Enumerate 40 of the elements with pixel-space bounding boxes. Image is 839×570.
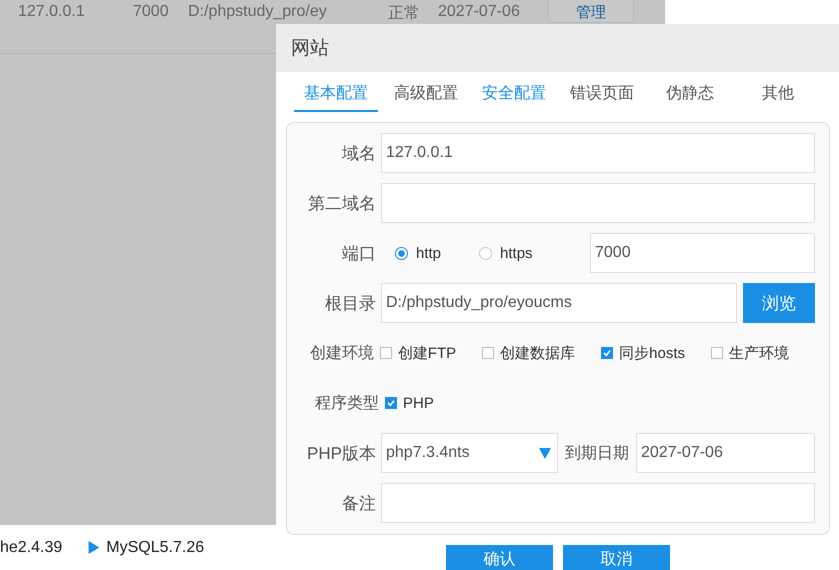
input-field[interactable] — [381, 483, 815, 523]
input-field[interactable] — [381, 183, 815, 223]
checkbox-label: 创建FTP — [398, 344, 456, 362]
checkbox[interactable] — [482, 347, 494, 359]
field-label: 域名 — [341, 142, 376, 164]
window-title: 网站 — [291, 37, 329, 61]
checkbox[interactable] — [380, 347, 392, 359]
table-cell-text: 127.0.0.1 — [18, 3, 86, 21]
checkbox[interactable] — [385, 397, 397, 409]
radio-label: https — [500, 244, 533, 262]
radio-button[interactable] — [479, 246, 492, 260]
checkbox-label: PHP — [403, 394, 434, 412]
checkbox-label: 同步hosts — [619, 344, 685, 362]
table-cell-text: 2027-07-06 — [438, 3, 521, 21]
table-cell-text: 7000 — [133, 3, 170, 21]
input-field[interactable]: 127.0.0.1 — [381, 133, 815, 173]
field-label: 端口 — [341, 242, 376, 264]
checkbox[interactable] — [711, 347, 723, 359]
field-label: 第二域名 — [307, 192, 376, 214]
table-cell-text: D:/phpstudy_pro/ey — [188, 3, 328, 21]
field-label: 到期日期 — [564, 444, 630, 464]
input-field[interactable]: 7000 — [590, 233, 815, 273]
field-label: 备注 — [341, 492, 376, 514]
version-dropdown[interactable]: php7.3.4nts — [381, 433, 558, 473]
caret-icon — [539, 447, 551, 459]
service-label: MySQL5.7.26 — [106, 538, 204, 556]
field-label: PHP版本 — [306, 442, 376, 464]
checkbox-label: 生产环境 — [729, 344, 789, 362]
field-label: 程序类型 — [314, 394, 380, 414]
table-cell-text: 正常 — [388, 4, 421, 24]
input-field[interactable]: D:/phpstudy_pro/eyoucms — [381, 283, 737, 323]
checkbox-label: 创建数据库 — [500, 344, 576, 362]
field-label: 创建环境 — [308, 344, 375, 364]
service-label: he2.4.39 — [0, 538, 62, 556]
manage-button[interactable]: 管理 — [548, 0, 634, 23]
checkbox[interactable] — [601, 347, 614, 359]
date-field[interactable]: 2027-07-06 — [636, 433, 815, 473]
field-label: 根目录 — [324, 292, 376, 314]
radio-button[interactable] — [395, 246, 408, 260]
radio-label: http — [416, 244, 442, 262]
